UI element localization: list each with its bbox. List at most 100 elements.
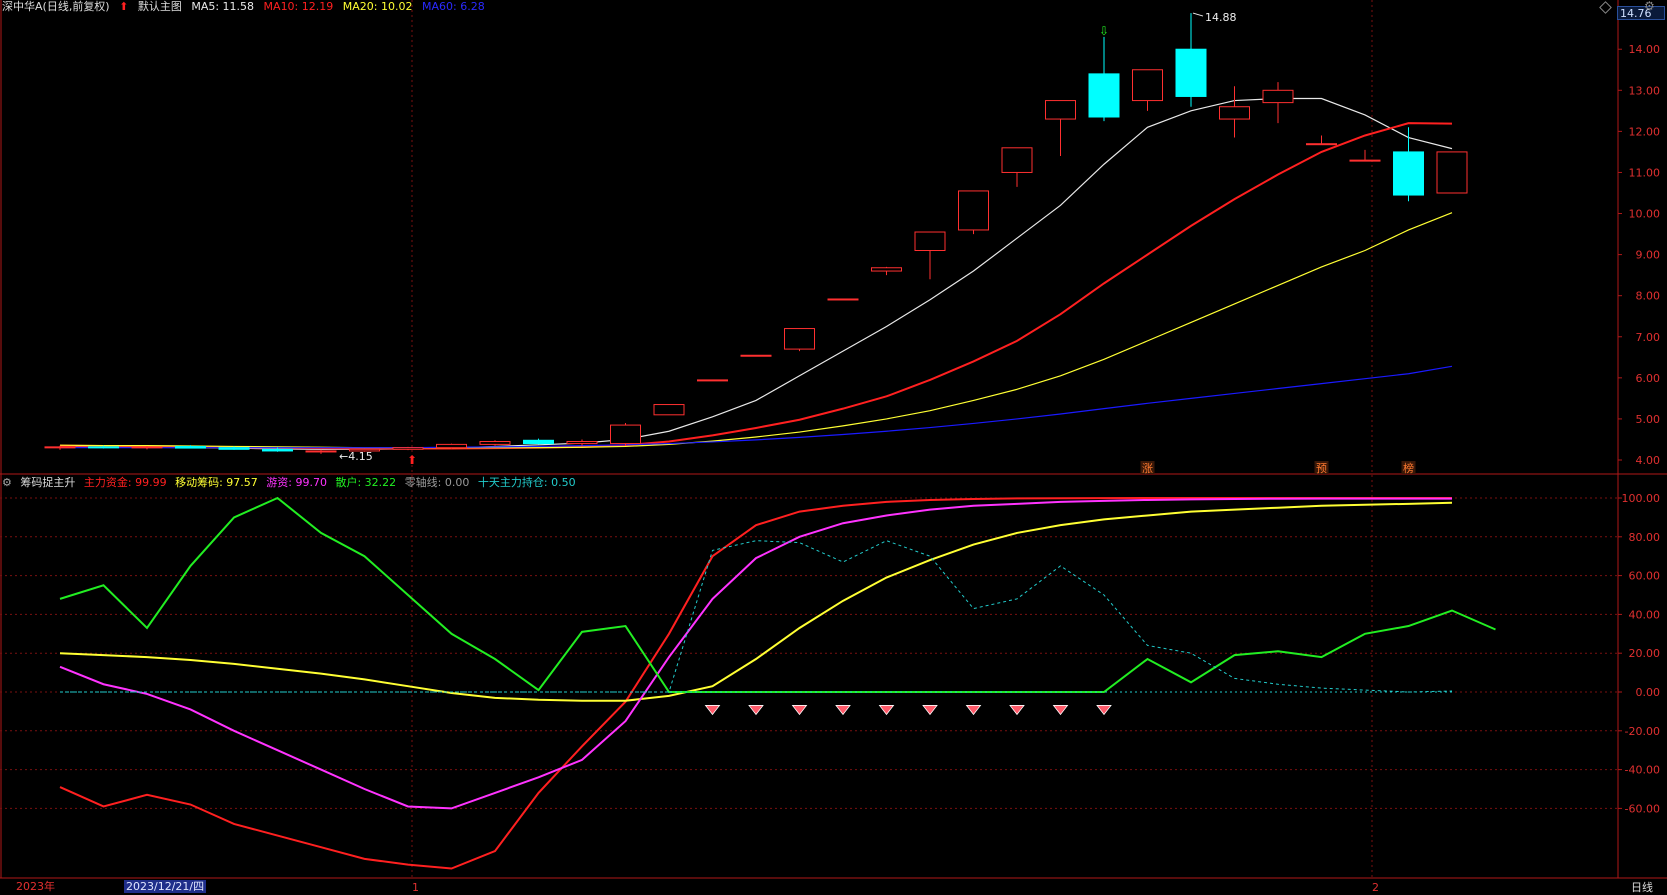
indicator-line-1 bbox=[59, 501, 1453, 702]
year-label: 2023年 bbox=[16, 880, 55, 893]
candle-body-up bbox=[958, 190, 989, 231]
ten-day-hold-value: 十天主力持仓: 0.50 bbox=[477, 476, 576, 489]
diamond-signal-icon bbox=[748, 705, 764, 716]
marker-1: 预 bbox=[1316, 462, 1327, 475]
candle-body-down bbox=[175, 445, 206, 449]
candle-body-up bbox=[697, 379, 728, 382]
ma-line-ma20 bbox=[59, 212, 1453, 449]
indicator-line-3 bbox=[59, 496, 1496, 693]
price-axis-label: 12.00 bbox=[1629, 125, 1661, 138]
sell-arrow-icon: ⇩ bbox=[1099, 24, 1109, 38]
price-axis-label: 13.00 bbox=[1629, 84, 1661, 97]
candle-body-up bbox=[740, 354, 772, 357]
price-axis-label: 6.00 bbox=[1636, 372, 1661, 385]
diamond-signal-icon bbox=[922, 705, 938, 716]
diamond-signal-icon bbox=[965, 705, 982, 716]
candle-body-up bbox=[653, 404, 685, 416]
price-axis-label: 8.00 bbox=[1636, 290, 1661, 303]
candle-body-up bbox=[479, 441, 511, 445]
price-axis-label: 11.00 bbox=[1629, 166, 1661, 179]
template-name[interactable]: 默认主图 bbox=[138, 0, 182, 13]
price-axis-label: 7.00 bbox=[1636, 331, 1661, 344]
diamond-signal-icon bbox=[1009, 705, 1025, 716]
retail-value: 散户: 32.22 bbox=[335, 476, 397, 489]
close-icon[interactable]: ⚙ bbox=[1644, 0, 1655, 13]
candle-body-up bbox=[1436, 151, 1468, 194]
candle-body-up bbox=[1349, 159, 1381, 162]
price-axis-label: 10.00 bbox=[1629, 208, 1661, 221]
candle-body-up bbox=[610, 424, 641, 445]
indicator-axis-label: -60.00 bbox=[1625, 802, 1660, 815]
candle-body-up bbox=[44, 446, 76, 449]
indicator-settings-icon[interactable]: ⚙ bbox=[2, 476, 12, 489]
period-label[interactable]: 日线 bbox=[1631, 879, 1653, 895]
candle-body-up bbox=[1132, 69, 1163, 102]
zero-axis-value: 零轴线: 0.00 bbox=[404, 476, 470, 489]
time-axis-label-jan: 1 bbox=[412, 881, 419, 894]
buy-arrow-icon: ⬆ bbox=[407, 453, 417, 467]
candle-body-down bbox=[1088, 73, 1120, 118]
hot-money-value: 游资: 99.70 bbox=[266, 476, 327, 489]
marker-2: 榜 bbox=[1403, 461, 1414, 475]
indicator-axis-label: -20.00 bbox=[1625, 725, 1660, 738]
price-axis-label: 5.00 bbox=[1636, 413, 1661, 426]
candle-body-down bbox=[1175, 48, 1207, 97]
candle-body-up bbox=[436, 443, 467, 449]
candle-body-up bbox=[392, 447, 424, 450]
indicator-header: ⚙ 筹码捉主升 主力资金: 99.99 移动筹码: 97.57 游资: 99.7… bbox=[2, 476, 581, 490]
ma60-value: MA60: 6.28 bbox=[421, 0, 485, 13]
high-price-label: 14.88 bbox=[1205, 11, 1237, 24]
low-price-label: ←4.15 bbox=[339, 450, 373, 463]
ma-line-ma60 bbox=[60, 365, 1453, 449]
candle-body-down bbox=[218, 447, 250, 450]
candle-body-up bbox=[1001, 147, 1033, 173]
diamond-signal-icon bbox=[1052, 705, 1069, 716]
ma5-value: MA5: 11.58 bbox=[191, 0, 255, 13]
indicator-line-4 bbox=[60, 540, 1453, 693]
indicator-line-0 bbox=[59, 497, 1452, 870]
indicator-name[interactable]: 筹码捉主升 bbox=[20, 476, 75, 489]
ma-line-ma10 bbox=[59, 122, 1453, 450]
red-up-arrow-icon: ⬆ bbox=[119, 0, 129, 13]
candle-body-up bbox=[871, 267, 902, 272]
candle-body-down bbox=[262, 448, 293, 452]
candle-body-down bbox=[523, 439, 554, 445]
candle-body-down bbox=[88, 446, 119, 449]
main-fund-value: 主力资金: 99.99 bbox=[83, 476, 167, 489]
diamond-signal-icon bbox=[835, 705, 851, 716]
candle-body-up bbox=[305, 450, 337, 453]
indicator-axis-label: 0.00 bbox=[1636, 686, 1661, 699]
indicator-axis-label: 60.00 bbox=[1629, 570, 1661, 583]
marker-0: 涨 bbox=[1142, 462, 1153, 475]
diamond-signal-icon bbox=[1096, 705, 1112, 716]
moving-chips-value: 移动筹码: 97.57 bbox=[175, 476, 258, 489]
diamond-signal-icon bbox=[791, 705, 808, 716]
candle-body-up bbox=[827, 298, 859, 301]
chart-canvas[interactable]: 14.0013.0012.0011.0010.009.008.007.006.0… bbox=[0, 0, 1667, 894]
current-price-box: 14.76 bbox=[1617, 6, 1665, 20]
high-price-pointer bbox=[1192, 12, 1204, 17]
candle-body-up bbox=[566, 441, 598, 445]
candle-body-up bbox=[784, 328, 815, 350]
candle-body-up bbox=[914, 231, 946, 252]
stock-name[interactable]: 深中华A(日线,前复权) bbox=[2, 0, 110, 13]
time-axis-label-feb: 2 bbox=[1372, 881, 1379, 894]
price-axis-label: 14.00 bbox=[1629, 43, 1661, 56]
candle-body-up bbox=[1306, 143, 1337, 146]
candle-body-down bbox=[1393, 151, 1424, 196]
ma20-value: MA20: 10.02 bbox=[342, 0, 413, 13]
candle-body-up bbox=[1045, 100, 1076, 120]
candle-body-up bbox=[1219, 106, 1250, 120]
indicator-axis-label: 80.00 bbox=[1629, 531, 1661, 544]
price-axis-label: 9.00 bbox=[1636, 249, 1661, 262]
ma10-value: MA10: 12.19 bbox=[263, 0, 334, 13]
ma-line-ma5 bbox=[59, 97, 1453, 450]
main-chart-header: 深中华A(日线,前复权) ⬆ 默认主图 MA5: 11.58 MA10: 12.… bbox=[2, 0, 491, 14]
indicator-axis-label: -40.00 bbox=[1625, 764, 1660, 777]
indicator-axis-label: 100.00 bbox=[1622, 492, 1661, 505]
cursor-date-label: 2023/12/21/四 bbox=[124, 880, 207, 893]
indicator-axis-label: 20.00 bbox=[1629, 647, 1661, 660]
diamond-signal-icon bbox=[704, 705, 721, 716]
indicator-axis-label: 40.00 bbox=[1629, 608, 1661, 621]
candle-body-up bbox=[131, 446, 163, 449]
